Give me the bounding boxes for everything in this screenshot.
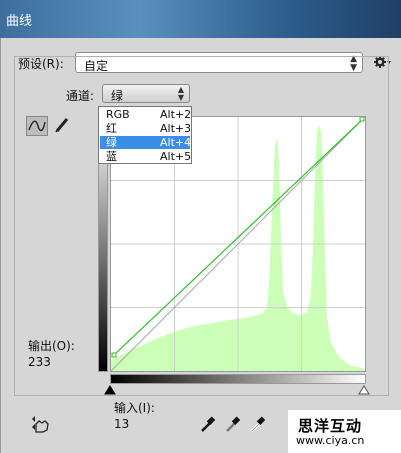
- menu-item-red[interactable]: 红 Alt+3: [100, 122, 192, 135]
- menu-item-rgb[interactable]: RGB Alt+2: [100, 108, 192, 121]
- curve-point-tool[interactable]: [26, 116, 48, 136]
- menu-item-shortcut: Alt+5: [160, 150, 192, 163]
- curve-icon: [28, 120, 46, 132]
- black-eyedropper-icon[interactable]: [199, 415, 217, 433]
- white-eyedropper-icon[interactable]: [249, 415, 267, 433]
- curve-endpoint-black[interactable]: [111, 352, 117, 358]
- menu-item-green[interactable]: 绿 Alt+4: [100, 136, 192, 149]
- curve-endpoint-white[interactable]: [359, 117, 365, 122]
- gray-eyedropper-icon[interactable]: [224, 415, 242, 433]
- menu-item-shortcut: Alt+3: [160, 122, 192, 135]
- watermark-title: 思洋互动: [298, 417, 363, 435]
- menu-item-label: RGB: [106, 108, 130, 121]
- pencil-tool[interactable]: [52, 116, 74, 136]
- target-adjust-hand-icon[interactable]: [30, 416, 52, 434]
- menu-item-shortcut: Alt+4: [160, 136, 192, 149]
- channel-value: 绿: [111, 89, 124, 103]
- output-label: 输出(O):: [28, 339, 75, 353]
- site-watermark: 思洋互动 www.ciya.cn: [288, 410, 401, 453]
- title-bar: 曲线: [0, 0, 401, 38]
- input-gradient-bar: [110, 374, 366, 384]
- menu-item-blue[interactable]: 蓝 Alt+5: [100, 150, 192, 163]
- menu-item-label: 绿: [106, 136, 117, 149]
- channel-select[interactable]: 绿 ▲ ▼: [102, 84, 190, 103]
- input-label: 输入(I):: [114, 401, 155, 415]
- black-point-slider[interactable]: [104, 385, 116, 395]
- menu-item-label: 红: [106, 122, 117, 135]
- pencil-icon: [55, 118, 69, 133]
- output-value[interactable]: 233: [28, 355, 51, 369]
- menu-item-shortcut: Alt+2: [160, 108, 192, 121]
- menu-item-label: 蓝: [106, 150, 117, 163]
- window-title: 曲线: [6, 14, 33, 29]
- input-value[interactable]: 13: [114, 417, 129, 431]
- channel-menu: RGB Alt+2 红 Alt+3 绿 Alt+4 蓝 Alt+5: [98, 106, 192, 164]
- white-point-slider[interactable]: [358, 385, 370, 395]
- watermark-url: www.ciya.cn: [296, 434, 365, 447]
- updown-arrow-icon: ▲ ▼: [177, 85, 184, 102]
- channel-label: 通道:: [66, 89, 95, 103]
